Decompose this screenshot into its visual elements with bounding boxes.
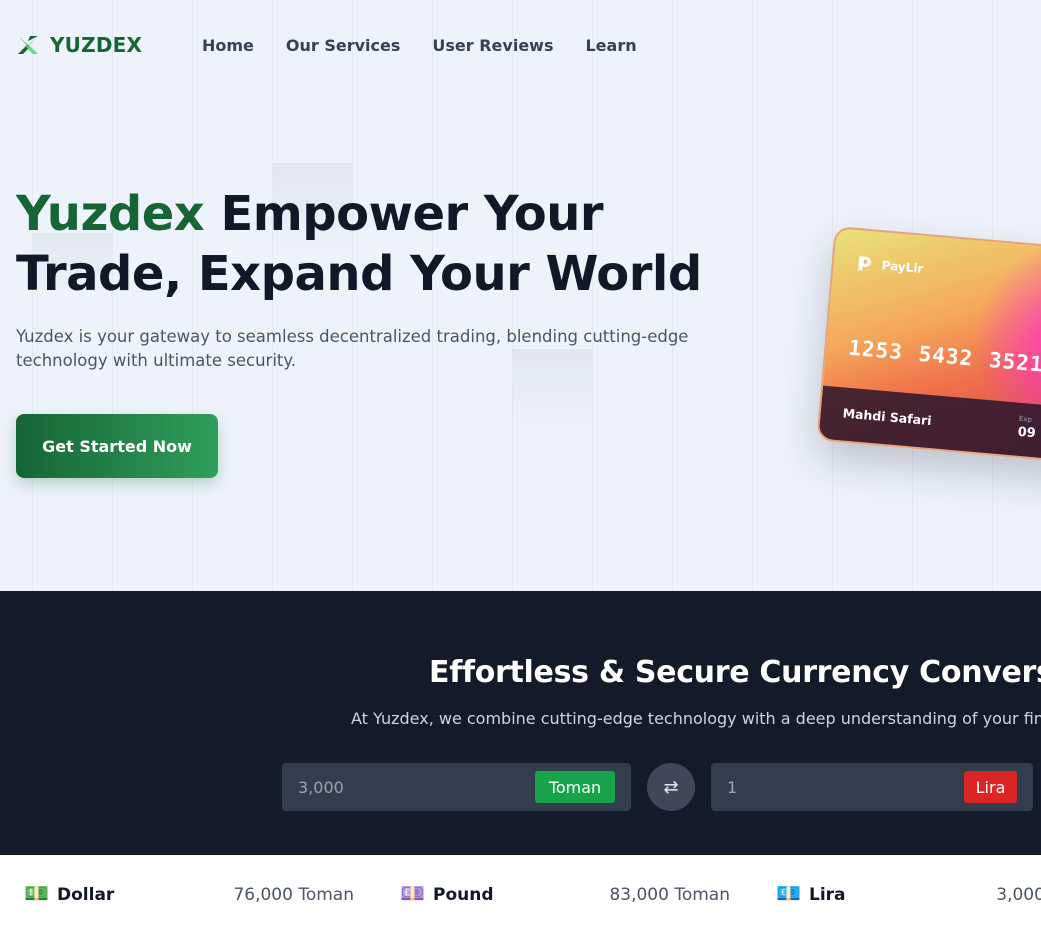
rate-value: 3,000 Toman xyxy=(996,885,1041,905)
logo-icon xyxy=(18,36,38,54)
swap-icon[interactable]: ⇄ xyxy=(647,763,695,811)
nav-item-home[interactable]: Home xyxy=(202,36,254,55)
rate-name: Lira xyxy=(809,885,846,905)
from-amount-field: Toman xyxy=(282,763,631,811)
to-amount-input[interactable] xyxy=(727,763,927,811)
hero-title: Yuzdex Empower Your Trade, Expand Your Wo… xyxy=(16,184,736,304)
hero-section: YUZDEX Home Our Services User Reviews Le… xyxy=(0,0,1041,591)
to-currency-badge[interactable]: Lira xyxy=(964,771,1017,803)
converter-title: Effortless & Secure Currency Conversion xyxy=(429,655,1041,690)
card-logo-icon xyxy=(858,256,871,271)
brand-name: YUZDEX xyxy=(50,33,143,57)
logo[interactable]: YUZDEX xyxy=(16,33,142,57)
card-expiry: 09 xyxy=(1017,424,1037,442)
card-number-group: 5432 xyxy=(917,341,975,371)
card-footer: Mahdi Safari Exp 09 xyxy=(818,385,1041,467)
to-amount-field: Lira xyxy=(711,763,1033,811)
nav-item-learn[interactable]: Learn xyxy=(585,36,636,55)
nav-links: Home Our Services User Reviews Learn xyxy=(202,28,637,62)
nav-item-reviews[interactable]: User Reviews xyxy=(432,36,553,55)
rate-name: Dollar xyxy=(57,885,115,905)
card-number-group: 1253 xyxy=(847,335,904,365)
rate-name: Pound xyxy=(433,885,494,905)
rates-strip: 💵 Dollar 76,000 Toman 💷 Pound 83,000 Tom… xyxy=(0,855,1041,932)
rate-item-dollar: 💵 Dollar 76,000 Toman xyxy=(24,883,354,907)
payment-card: PayLir 1253 5432 3521 Mahdi Safari Exp 09 xyxy=(816,226,1041,467)
from-currency-badge[interactable]: Toman xyxy=(535,771,615,803)
rate-item-pound: 💷 Pound 83,000 Toman xyxy=(400,883,730,907)
pound-banknote-icon: 💷 xyxy=(400,883,425,905)
card-brand: PayLir xyxy=(855,254,924,278)
card-holder-name: Mahdi Safari xyxy=(842,405,933,429)
hero-title-brand: Yuzdex xyxy=(16,186,205,242)
converter-subtitle: At Yuzdex, we combine cutting-edge techn… xyxy=(351,709,1041,728)
card-number-group: 3521 xyxy=(988,347,1041,377)
top-nav: YUZDEX Home Our Services User Reviews Le… xyxy=(16,28,637,62)
rate-value: 76,000 Toman xyxy=(233,885,354,905)
card-expiry-label: Exp xyxy=(1018,414,1033,424)
hero-title-line2: Trade, Expand Your World xyxy=(16,246,702,302)
hero-description: Yuzdex is your gateway to seamless decen… xyxy=(16,327,689,370)
rate-item-lira: 💶 Lira 3,000 Toman xyxy=(776,883,1041,907)
grid-line xyxy=(752,0,753,591)
dollar-banknote-icon: 💵 xyxy=(24,883,49,905)
get-started-button[interactable]: Get Started Now xyxy=(16,414,218,478)
card-brand-label: PayLir xyxy=(881,258,924,276)
nav-item-services[interactable]: Our Services xyxy=(286,36,401,55)
rate-value: 83,000 Toman xyxy=(609,885,730,905)
euro-banknote-icon: 💶 xyxy=(776,883,801,905)
card-number: 1253 5432 3521 xyxy=(847,336,1041,378)
from-amount-input[interactable] xyxy=(298,763,498,811)
hero-title-line1: Empower Your xyxy=(220,186,604,242)
converter-section: Effortless & Secure Currency Conversion … xyxy=(0,591,1041,855)
